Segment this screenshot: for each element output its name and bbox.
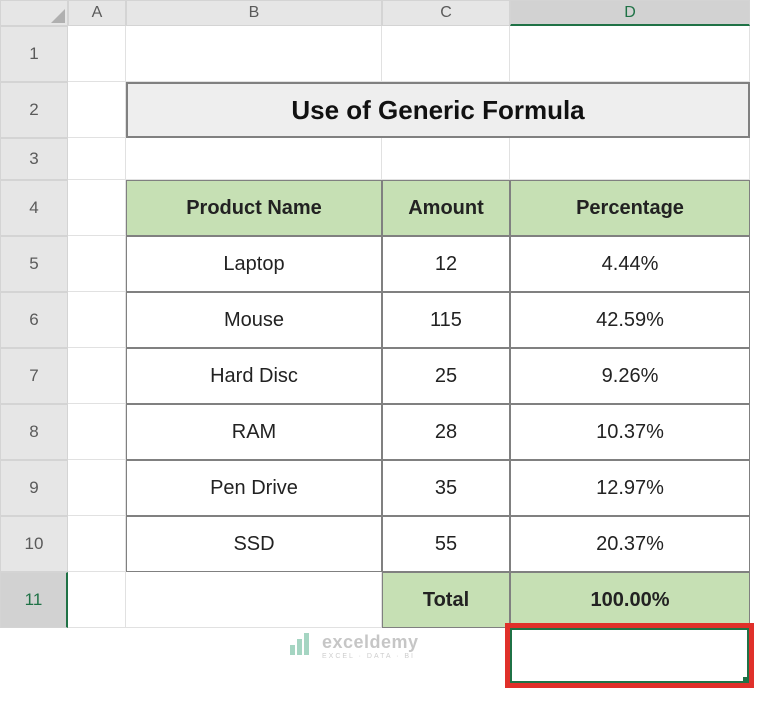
cell[interactable] — [68, 572, 126, 628]
table-cell[interactable]: 55 — [382, 516, 510, 572]
row-header-3[interactable]: 3 — [0, 138, 68, 180]
table-cell[interactable]: Laptop — [126, 236, 382, 292]
select-all-corner[interactable] — [0, 0, 68, 26]
spreadsheet-grid[interactable]: A B C D 1 2 3 4 5 6 7 8 9 10 11 Use of G… — [0, 0, 767, 628]
row-header-6[interactable]: 6 — [0, 292, 68, 348]
table-cell[interactable]: 42.59% — [510, 292, 750, 348]
cell[interactable] — [126, 572, 382, 628]
row-header-11[interactable]: 11 — [0, 572, 68, 628]
table-cell[interactable]: 28 — [382, 404, 510, 460]
row-header-10[interactable]: 10 — [0, 516, 68, 572]
table-cell[interactable]: SSD — [126, 516, 382, 572]
row-header-4[interactable]: 4 — [0, 180, 68, 236]
table-cell[interactable]: RAM — [126, 404, 382, 460]
title-cell[interactable]: Use of Generic Formula — [126, 82, 750, 138]
watermark: exceldemy EXCEL · DATA · BI — [290, 633, 419, 660]
table-cell[interactable]: 9.26% — [510, 348, 750, 404]
table-cell[interactable]: Hard Disc — [126, 348, 382, 404]
cell[interactable] — [68, 82, 126, 138]
header-percentage[interactable]: Percentage — [510, 180, 750, 236]
table-cell[interactable]: 12.97% — [510, 460, 750, 516]
bar-chart-icon — [290, 633, 316, 655]
cell[interactable] — [382, 138, 510, 180]
cell[interactable] — [68, 348, 126, 404]
total-value-cell[interactable]: 100.00% — [510, 572, 750, 628]
table-cell[interactable]: 115 — [382, 292, 510, 348]
cell[interactable] — [68, 292, 126, 348]
header-product[interactable]: Product Name — [126, 180, 382, 236]
fill-handle[interactable] — [743, 677, 751, 685]
cell[interactable] — [68, 516, 126, 572]
col-header-C[interactable]: C — [382, 0, 510, 26]
table-cell[interactable]: 25 — [382, 348, 510, 404]
table-cell[interactable]: 10.37% — [510, 404, 750, 460]
col-header-B[interactable]: B — [126, 0, 382, 26]
table-cell[interactable]: Mouse — [126, 292, 382, 348]
cell-selection — [509, 627, 750, 684]
cell[interactable] — [382, 26, 510, 82]
cell[interactable] — [126, 138, 382, 180]
table-cell[interactable]: 4.44% — [510, 236, 750, 292]
row-header-1[interactable]: 1 — [0, 26, 68, 82]
row-header-5[interactable]: 5 — [0, 236, 68, 292]
col-header-D[interactable]: D — [510, 0, 750, 26]
cell[interactable] — [68, 138, 126, 180]
cell[interactable] — [68, 26, 126, 82]
watermark-tagline: EXCEL · DATA · BI — [322, 653, 419, 660]
header-amount[interactable]: Amount — [382, 180, 510, 236]
annotation-highlight — [505, 623, 754, 688]
col-header-A[interactable]: A — [68, 0, 126, 26]
watermark-name: exceldemy — [322, 633, 419, 651]
row-header-2[interactable]: 2 — [0, 82, 68, 138]
row-header-7[interactable]: 7 — [0, 348, 68, 404]
cell[interactable] — [68, 236, 126, 292]
table-cell[interactable]: 12 — [382, 236, 510, 292]
cell[interactable] — [510, 26, 750, 82]
cell[interactable] — [68, 404, 126, 460]
total-label-cell[interactable]: Total — [382, 572, 510, 628]
cell[interactable] — [126, 26, 382, 82]
row-header-9[interactable]: 9 — [0, 460, 68, 516]
cell[interactable] — [510, 138, 750, 180]
table-cell[interactable]: 20.37% — [510, 516, 750, 572]
row-header-8[interactable]: 8 — [0, 404, 68, 460]
table-cell[interactable]: 35 — [382, 460, 510, 516]
table-cell[interactable]: Pen Drive — [126, 460, 382, 516]
cell[interactable] — [68, 180, 126, 236]
cell[interactable] — [68, 460, 126, 516]
